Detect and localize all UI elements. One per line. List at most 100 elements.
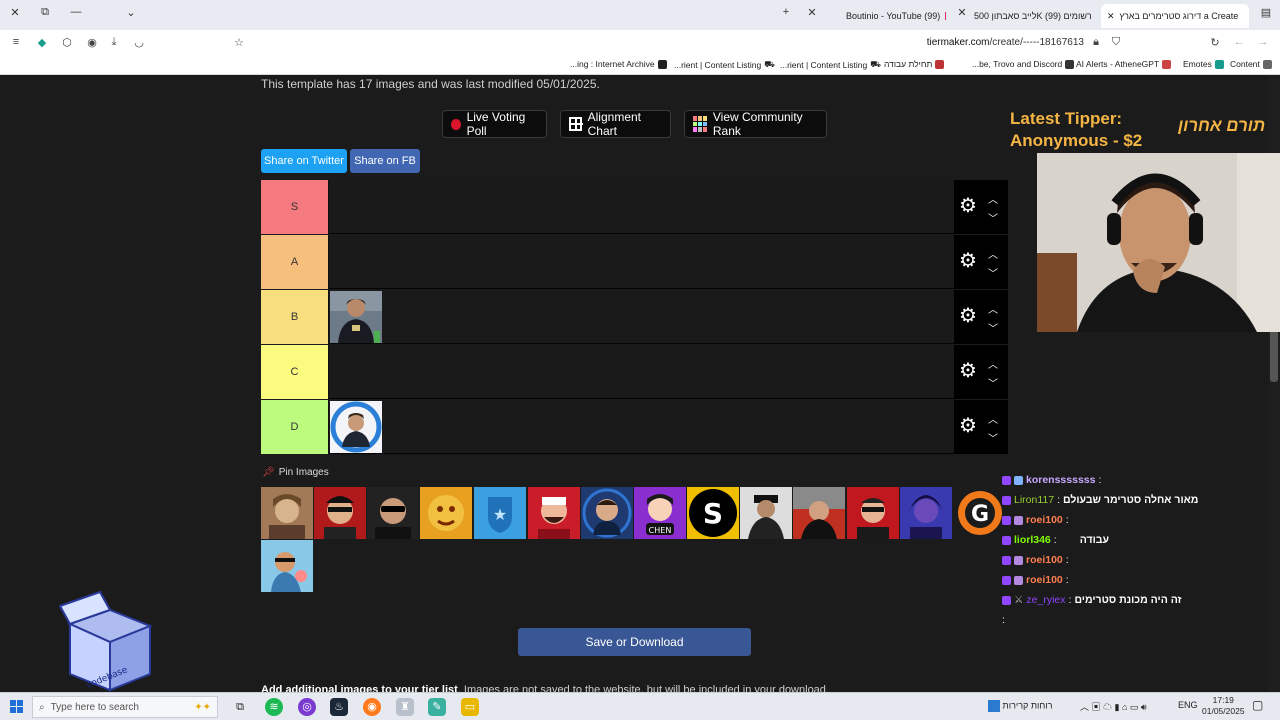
codebase-cube-icon: codebase — [58, 590, 153, 692]
bookmark-internet-archive[interactable]: ...ing : Internet Archive — [570, 59, 667, 69]
share-twitter-button[interactable]: Share on Twitter — [261, 149, 347, 173]
chevron-up-icon[interactable]: ︿ — [988, 411, 998, 426]
gear-icon[interactable]: ⚙ — [959, 251, 977, 271]
gear-icon[interactable]: ⚙ — [959, 196, 977, 216]
chevron-down-icon[interactable]: ⌄ — [122, 6, 140, 19]
tier-row-b[interactable]: B ⚙ ︿ ﹀ — [261, 290, 1008, 344]
tier-label[interactable]: S — [261, 180, 329, 234]
tab-youtube-live[interactable]: לייב סאבתון 500K רשומים (99) — [968, 4, 1098, 28]
close-tab-icon[interactable]: ✕ — [1107, 11, 1115, 22]
pin-images-toggle[interactable]: 📌︎ Pin Images — [262, 467, 329, 478]
chevron-up-icon[interactable]: ︿ — [988, 356, 998, 371]
forward-icon[interactable]: ← — [1231, 36, 1247, 48]
pool-image[interactable] — [847, 487, 899, 539]
extensions-icon[interactable]: ⬡ — [59, 36, 75, 49]
pool-image[interactable]: ★ — [474, 487, 526, 539]
pool-image[interactable] — [740, 487, 792, 539]
url-field[interactable]: tiermaker.com/create/-----18167613 — [927, 37, 1084, 48]
live-voting-poll-button[interactable]: Live Voting Poll — [442, 110, 547, 138]
scrollbar-thumb[interactable] — [1270, 330, 1278, 382]
pool-image[interactable] — [900, 487, 952, 539]
close-window-icon[interactable]: ✕ — [6, 6, 24, 19]
firefox-icon[interactable]: ◉ — [363, 698, 381, 716]
bookmark-ai-alerts[interactable]: AI Alerts - AtheneGPT — [1076, 59, 1172, 69]
pool-image[interactable] — [581, 487, 633, 539]
view-community-rank-button[interactable]: View Community Rank — [684, 110, 827, 138]
chevron-down-icon[interactable]: ﹀ — [988, 430, 998, 445]
chevron-down-icon[interactable]: ﹀ — [988, 210, 998, 225]
account-icon[interactable]: ◉ — [84, 36, 100, 49]
chevron-down-icon[interactable]: ﹀ — [988, 375, 998, 390]
bookmark-content[interactable]: Content — [1230, 59, 1272, 69]
tier-row-s[interactable]: S ⚙ ︿ ﹀ — [261, 180, 1008, 234]
tab-youtube-boutinio[interactable]: Boutinio - YouTube (99) — [840, 4, 952, 28]
pocket-icon[interactable]: ◡ — [131, 36, 147, 49]
bookmark-star-icon[interactable]: ☆ — [231, 36, 247, 49]
bookmark-start-work[interactable]: תחילת עבודה — [884, 59, 945, 69]
language-indicator[interactable]: ENG — [1178, 700, 1198, 710]
pool-image[interactable] — [528, 487, 580, 539]
download-icon[interactable]: ⤓ — [106, 36, 122, 49]
weather-widget[interactable]: רוחות קרירות — [988, 700, 1052, 712]
pool-image[interactable] — [314, 487, 366, 539]
tray-icons[interactable]: ︿ ▣ ☁ ▮ ⌂ ▭ 🔊︎ — [1080, 700, 1147, 713]
close-tab-icon[interactable]: ✕ — [803, 6, 821, 19]
bookmark-label: תחילת עבודה — [884, 59, 933, 69]
restore-window-icon[interactable]: ⧉ — [36, 6, 54, 19]
shield-icon[interactable]: ⛉ — [1108, 36, 1124, 49]
tier-item-streamer[interactable] — [330, 291, 382, 343]
tab-list-icon[interactable]: ▤ — [1257, 6, 1275, 19]
tier-row-c[interactable]: C ⚙ ︿ ﹀ — [261, 345, 1008, 399]
tier-label[interactable]: D — [261, 400, 329, 454]
pool-image[interactable]: G — [954, 487, 1006, 539]
chat-separator: : — [1068, 594, 1072, 606]
bookmark-discord[interactable]: ...be, Trovo and Discord — [972, 59, 1075, 69]
tier-item-streamer[interactable] — [330, 401, 382, 453]
notepad-icon[interactable]: ✎ — [428, 698, 446, 716]
chevron-up-icon[interactable]: ︿ — [988, 191, 998, 206]
streamer-avatar — [528, 487, 580, 539]
gear-icon[interactable]: ⚙ — [959, 416, 977, 436]
tab-tiermaker[interactable]: ✕ דירוג סטרימרים בארץ a Create — [1101, 4, 1249, 28]
notifications-icon[interactable]: ▢ — [1252, 698, 1263, 712]
new-tab-icon[interactable]: + — [777, 6, 795, 18]
pool-image[interactable] — [261, 487, 313, 539]
bookmark-emotes[interactable]: Emotes — [1183, 59, 1224, 69]
bookmark-content-listing[interactable]: ...rient | Content Listing ⛟ — [674, 59, 775, 71]
menu-icon[interactable]: ≡ — [8, 36, 24, 48]
gear-icon[interactable]: ⚙ — [959, 306, 977, 326]
reload-icon[interactable]: ↻ — [1207, 36, 1223, 49]
minimize-window-icon[interactable]: — — [67, 6, 85, 18]
app-icon[interactable]: ♜ — [396, 698, 414, 716]
tier-row-d[interactable]: D ⚙ ︿ ﹀ — [261, 400, 1008, 454]
pool-image[interactable] — [367, 487, 419, 539]
chevron-down-icon[interactable]: ﹀ — [988, 265, 998, 280]
clock[interactable]: 17:19 01/05/2025 — [1202, 695, 1245, 717]
pool-image[interactable] — [261, 540, 313, 592]
tier-label[interactable]: A — [261, 235, 329, 289]
pool-image[interactable]: CHEN — [634, 487, 686, 539]
chevron-down-icon[interactable]: ﹀ — [988, 320, 998, 335]
spotify-icon[interactable]: ≋ — [265, 698, 283, 716]
bookmark-content-listing[interactable]: ...rient | Content Listing ⛟ — [780, 59, 881, 71]
alignment-chart-button[interactable]: Alignment Chart — [560, 110, 671, 138]
back-icon[interactable]: → — [1255, 36, 1271, 48]
save-or-download-button[interactable]: Save or Download — [518, 628, 751, 656]
pool-image[interactable] — [793, 487, 845, 539]
steam-icon[interactable]: ♨ — [330, 698, 348, 716]
pool-image[interactable] — [420, 487, 472, 539]
tier-label[interactable]: B — [261, 290, 329, 344]
pool-image[interactable]: S — [687, 487, 739, 539]
chevron-up-icon[interactable]: ︿ — [988, 301, 998, 316]
app-icon[interactable]: ◎ — [298, 698, 316, 716]
tier-label[interactable]: C — [261, 345, 329, 399]
tier-row-a[interactable]: A ⚙ ︿ ﹀ — [261, 235, 1008, 289]
extension-icon[interactable]: ◆ — [34, 36, 50, 49]
task-view-icon[interactable]: ⧉ — [231, 698, 249, 716]
file-explorer-icon[interactable]: ▭ — [461, 698, 479, 716]
chevron-up-icon[interactable]: ︿ — [988, 246, 998, 261]
share-fb-button[interactable]: Share on FB — [350, 149, 420, 173]
windows-start-icon[interactable] — [10, 700, 23, 713]
taskbar-search-input[interactable]: ⌕ Type here to search ✦✦ — [32, 696, 218, 718]
gear-icon[interactable]: ⚙ — [959, 361, 977, 381]
